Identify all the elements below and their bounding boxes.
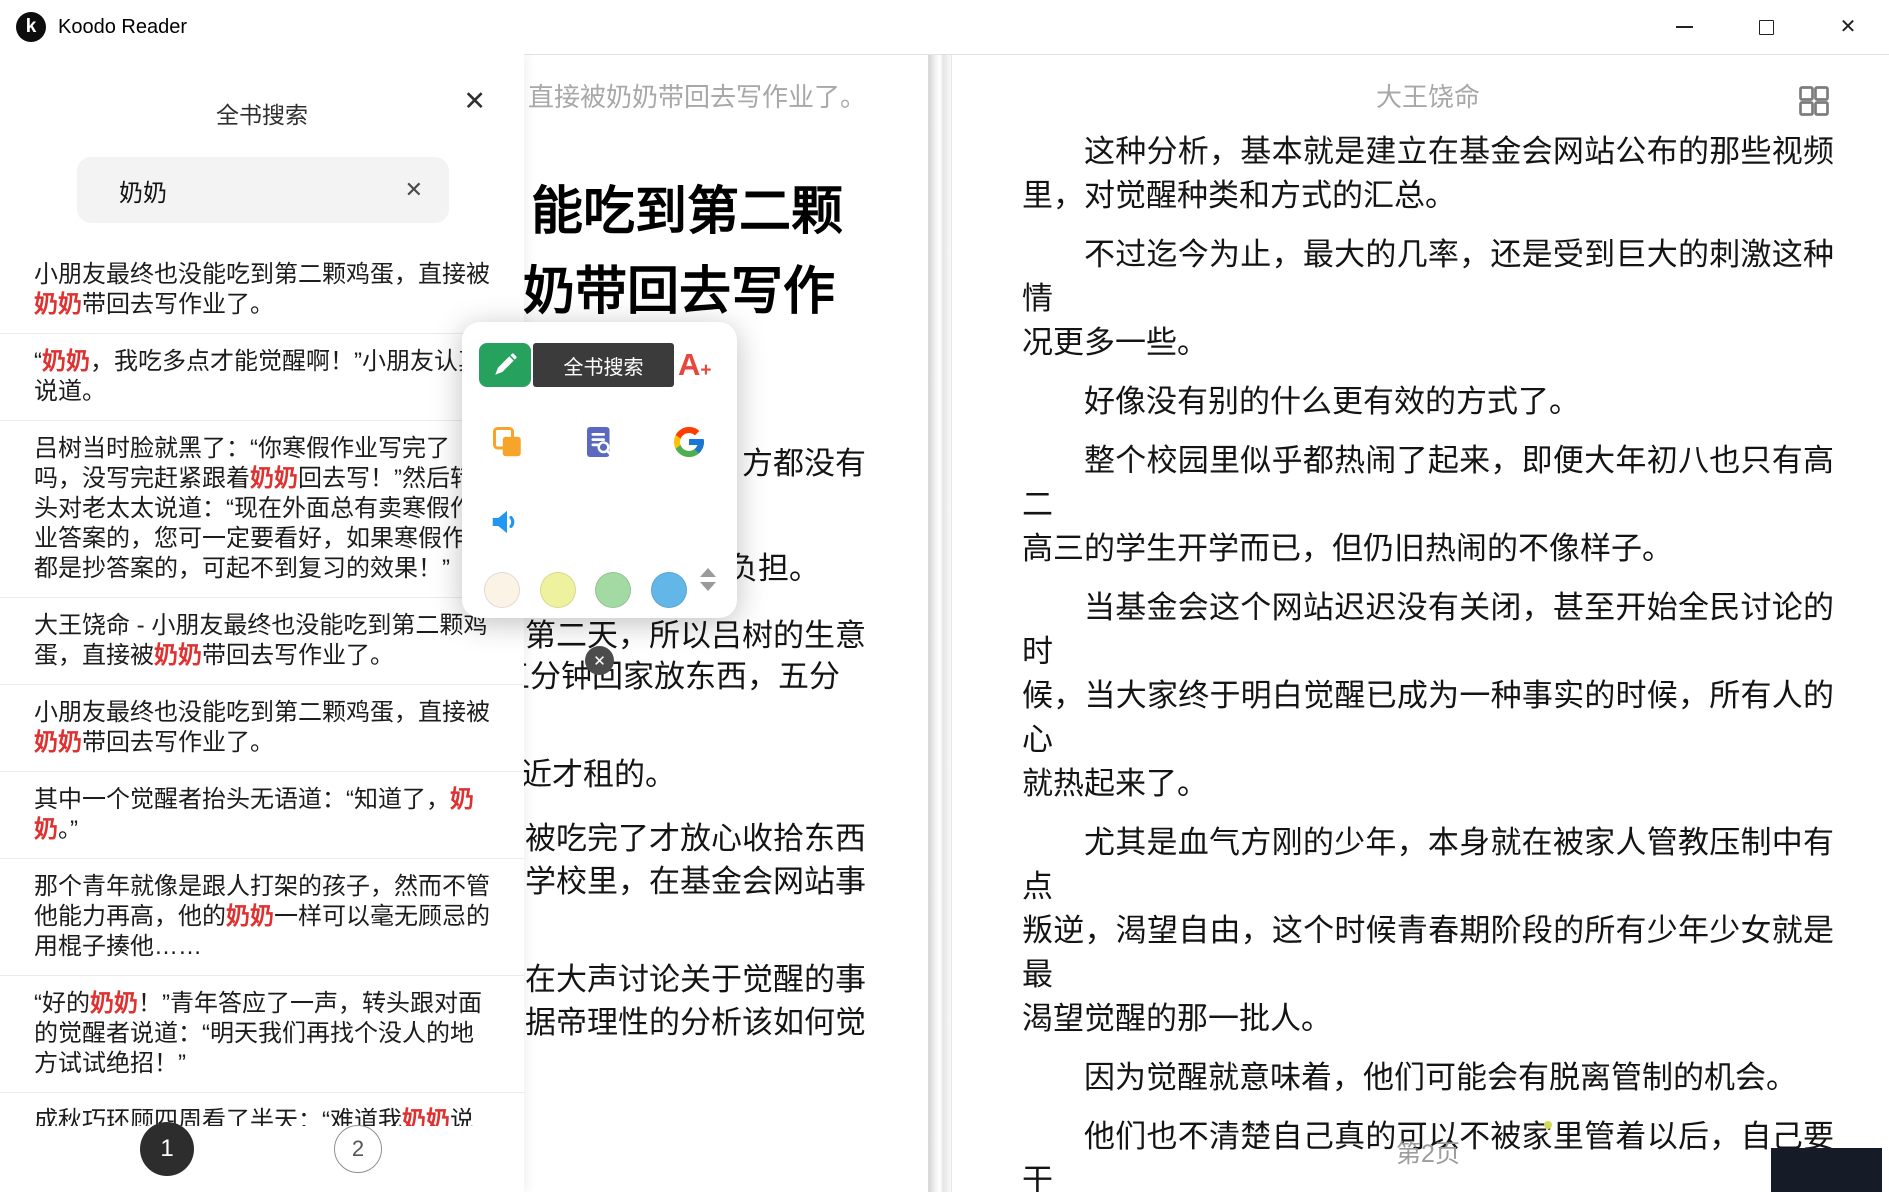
translate-plus-label: + — [700, 360, 711, 382]
page-number: 第2页 — [1022, 1134, 1834, 1170]
search-results-list: 小朋友最终也没能吃到第二颗鸡蛋，直接被奶奶带回去写作业了。“奶奶，我吃多点才能觉… — [0, 247, 524, 1126]
text-to-speech-button[interactable] — [487, 502, 527, 542]
highlight-color-option[interactable] — [595, 572, 631, 608]
translate-a-label: A — [678, 347, 700, 383]
dismiss-selection-button[interactable]: ✕ — [585, 646, 614, 675]
paragraph-line: 况更多一些。 — [1022, 321, 1834, 365]
minimize-button[interactable] — [1643, 0, 1725, 54]
close-icon: ✕ — [1840, 17, 1857, 37]
paragraph-line: 这种分析，基本就是建立在基金会网站公布的那些视频 — [1022, 130, 1834, 174]
left-page-text-fragment: 的学校里，在基金会网站事 — [494, 856, 866, 901]
app-logo-icon: k — [16, 12, 46, 42]
paragraph: 当基金会这个网站迟迟没有关闭，甚至开始全民讨论的时候，当大家终于明白觉醒已成为一… — [1022, 586, 1834, 806]
search-result-item[interactable]: “奶奶，我吃多点才能觉醒啊！”小朋友认真说道。 — [0, 334, 524, 421]
selection-popup: 全书搜索 A + — [462, 322, 737, 618]
paragraph-line: 候，当大家终于明白觉醒已成为一种事实的时候，所有人的心 — [1022, 674, 1834, 762]
highlight-color-option[interactable] — [484, 572, 520, 608]
dictionary-icon — [581, 424, 617, 460]
paragraph: 不过迄今为止，最大的几率，还是受到巨大的刺激这种情况更多一些。 — [1022, 233, 1834, 365]
search-panel: 全书搜索 ✕ ✕ 小朋友最终也没能吃到第二颗鸡蛋，直接被奶奶带回去写作业了。“奶… — [0, 54, 524, 1192]
left-page-running-header: 直接被奶奶带回去写作业了。 — [528, 77, 866, 114]
search-result-item[interactable]: 成秋巧环顾四周看了半天：“难道我奶奶说的是真的？” — [0, 1093, 524, 1126]
close-icon: ✕ — [593, 652, 606, 670]
paragraph-line: 当基金会这个网站迟迟没有关闭，甚至开始全民讨论的时 — [1022, 586, 1834, 674]
paragraph: 尤其是血气方刚的少年，本身就在被家人管教压制中有点叛逆，渴望自由，这个时候青春期… — [1022, 821, 1834, 1041]
right-page-text: 这种分析，基本就是建立在基金会网站公布的那些视频里，对觉醒种类和方式的汇总。不过… — [1022, 130, 1834, 1192]
copy-button[interactable] — [488, 422, 528, 462]
chevron-up-icon — [700, 568, 716, 577]
page-layout-button[interactable] — [1796, 83, 1834, 121]
chapter-title-line-2: 奶带回去写作 — [523, 249, 835, 324]
search-panel-title: 全书搜索 — [0, 96, 524, 130]
speaker-icon — [488, 503, 526, 541]
grid-icon — [1796, 83, 1832, 119]
dictionary-button[interactable] — [579, 422, 619, 462]
google-icon — [671, 424, 707, 460]
highlight-color-option[interactable] — [540, 572, 576, 608]
pen-icon — [492, 352, 518, 378]
search-panel-close-button[interactable]: ✕ — [463, 88, 486, 115]
paragraph: 整个校园里似乎都热闹了起来，即便大年初八也只有高二高三的学生开学而已，但仍旧热闹… — [1022, 439, 1834, 571]
search-result-item[interactable]: 大王饶命 - 小朋友最终也没能吃到第二颗鸡蛋，直接被奶奶带回去写作业了。 — [0, 598, 524, 685]
left-page-text-fragment: 人在大声讨论关于觉醒的事 — [494, 954, 866, 999]
left-page-text-fragment: 数据帝理性的分析该如何觉 — [494, 997, 866, 1042]
paragraph-line: 整个校园里似乎都热闹了起来，即便大年初八也只有高二 — [1022, 439, 1834, 527]
search-result-item[interactable]: 其中一个觉醒者抬头无语道：“知道了，奶奶。” — [0, 772, 524, 859]
left-page-text-fragment: 方都没有 — [742, 438, 866, 483]
search-result-item[interactable]: 小朋友最终也没能吃到第二颗鸡蛋，直接被奶奶带回去写作业了。 — [0, 247, 524, 334]
paragraph-line: 渴望觉醒的那一批人。 — [1022, 997, 1834, 1041]
color-scroll-arrows[interactable] — [700, 568, 716, 591]
app-title: Koodo Reader — [58, 16, 187, 39]
pagination-page-2[interactable]: 2 — [334, 1125, 382, 1173]
paragraph: 因为觉醒就意味着，他们可能会有脱离管制的机会。 — [1022, 1056, 1834, 1100]
paragraph-line: 里，对觉醒种类和方式的汇总。 — [1022, 174, 1834, 218]
paragraph: 好像没有别的什么更有效的方式了。 — [1022, 380, 1834, 424]
titlebar: k Koodo Reader ✕ — [0, 0, 1889, 54]
paragraph-line: 因为觉醒就意味着，他们可能会有脱离管制的机会。 — [1022, 1056, 1834, 1100]
paragraph-line: 不过迄今为止，最大的几率，还是受到巨大的刺激这种情 — [1022, 233, 1834, 321]
window-controls: ✕ — [1643, 0, 1889, 54]
maximize-button[interactable] — [1725, 0, 1807, 54]
copy-icon — [490, 424, 526, 460]
corner-overlay — [1771, 1148, 1882, 1192]
chevron-down-icon — [700, 582, 716, 591]
paragraph-line: 高三的学生开学而已，但仍旧热闹的不像样子。 — [1022, 527, 1834, 571]
search-result-item[interactable]: 吕树当时脸就黑了：“你寒假作业写完了吗，没写完赶紧跟着奶奶回去写！”然后转头对老… — [0, 421, 524, 598]
chapter-title-line-1: 能吃到第二颗 — [531, 169, 843, 244]
clear-search-icon[interactable]: ✕ — [395, 177, 449, 203]
highlight-dot — [1544, 1121, 1552, 1129]
close-button[interactable]: ✕ — [1807, 0, 1889, 54]
maximize-icon — [1759, 20, 1774, 35]
translate-button[interactable]: A + — [678, 343, 712, 387]
paragraph: 这种分析，基本就是建立在基金会网站公布的那些视频里，对觉醒种类和方式的汇总。 — [1022, 130, 1834, 218]
paragraph-line: 尤其是血气方刚的少年，本身就在被家人管教压制中有点 — [1022, 821, 1834, 909]
search-input[interactable] — [77, 176, 395, 204]
highlight-pen-button[interactable] — [479, 343, 531, 387]
left-page-text-fragment: 经被吃完了才放心收拾东西 — [494, 813, 866, 858]
book-spine — [928, 55, 952, 1192]
google-search-button[interactable] — [669, 422, 709, 462]
search-result-item[interactable]: 那个青年就像是跟人打架的孩子，然而不管他能力再高，他的奶奶一样可以毫无顾忌的用棍… — [0, 859, 524, 976]
popup-tooltip: 全书搜索 — [533, 343, 674, 387]
search-result-item[interactable]: 小朋友最终也没能吃到第二颗鸡蛋，直接被奶奶带回去写作业了。 — [0, 685, 524, 772]
search-box[interactable]: ✕ — [77, 157, 449, 223]
right-page-running-header: 大王饶命 — [1022, 77, 1834, 114]
paragraph-line: 好像没有别的什么更有效的方式了。 — [1022, 380, 1834, 424]
minimize-icon — [1676, 26, 1693, 28]
left-page-text-fragment: 五分钟回家放东西，五分 — [499, 651, 840, 696]
search-result-item[interactable]: “好的奶奶！”青年答应了一声，转头跟对面的觉醒者说道：“明天我们再找个没人的地方… — [0, 976, 524, 1093]
paragraph-line: 叛逆，渴望自由，这个时候青春期阶段的所有少年少女就是最 — [1022, 909, 1834, 997]
left-page-text-fragment: 负担。 — [727, 543, 820, 588]
pagination-page-1[interactable]: 1 — [140, 1122, 194, 1176]
highlight-color-option[interactable] — [651, 572, 687, 608]
right-page: 大王饶命 这种分析，基本就是建立在基金会网站公布的那些视频里，对觉醒种类和方式的… — [952, 55, 1889, 1192]
paragraph-line: 就热起来了。 — [1022, 762, 1834, 806]
